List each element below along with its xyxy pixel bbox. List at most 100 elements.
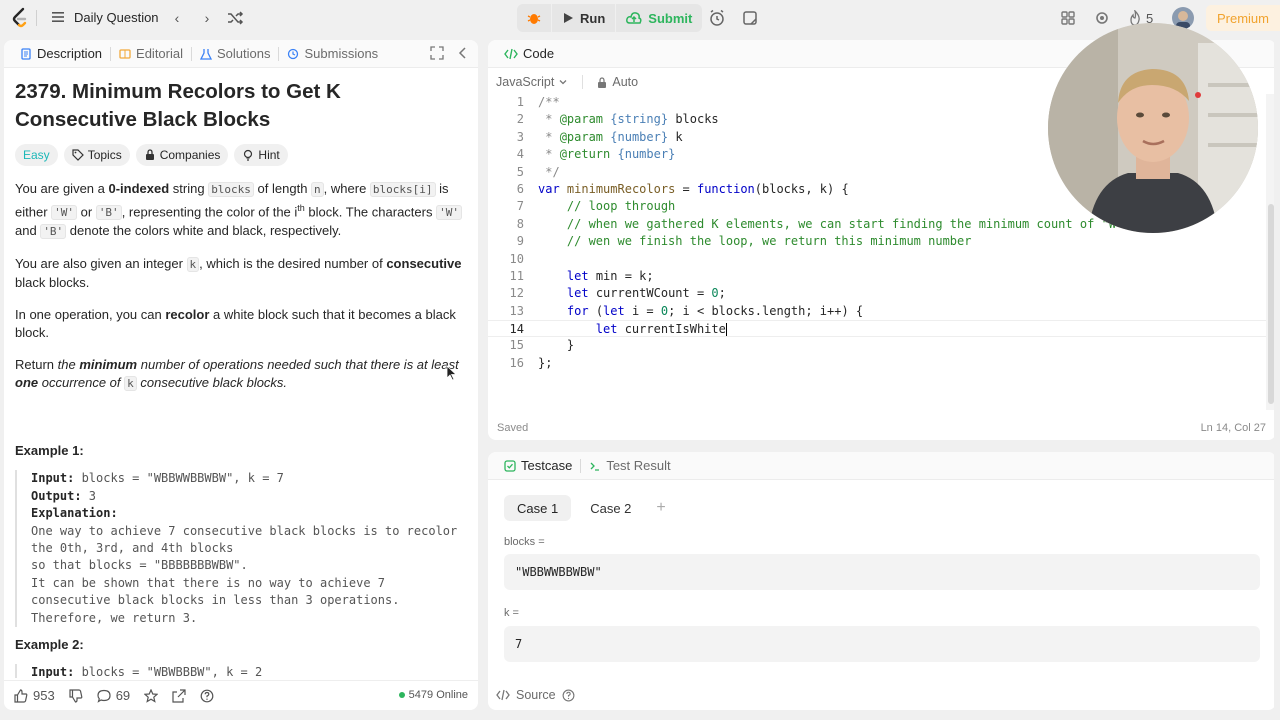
auto-label: Auto <box>612 75 639 89</box>
problem-tags: Easy Topics Companies Hint <box>15 144 467 166</box>
comment-count: 69 <box>115 688 131 703</box>
tab-solutions[interactable]: Solutions <box>192 40 278 68</box>
favorite-button[interactable] <box>144 688 159 703</box>
inline-code: 'W' <box>436 205 462 221</box>
tab-testcase-label: Testcase <box>521 458 573 473</box>
tab-submissions[interactable]: Submissions <box>279 40 386 68</box>
example-1-block: Input: blocks = "WBBWWBBWBW", k = 7 Outpu… <box>15 470 467 627</box>
text-caret <box>725 323 727 337</box>
tab-code-label: Code <box>523 46 555 61</box>
example-1-heading: Example 1: <box>15 443 84 459</box>
submit-button[interactable]: Submit <box>616 4 702 32</box>
explanation-line: One way to achieve 7 consecutive black b… <box>31 523 458 538</box>
testcase-tabs: Testcase Test Result <box>488 452 1276 480</box>
code-line: 11 let min = k; <box>488 268 1268 285</box>
value: blocks = "WBBWWBBWBW", k = 7 <box>74 471 284 486</box>
settings-gear-icon[interactable] <box>1093 9 1111 27</box>
add-case-button[interactable]: + <box>650 495 671 521</box>
premium-button[interactable]: Premium <box>1206 5 1280 31</box>
problem-title[interactable]: 2379. Minimum Recolors to Get K Consecut… <box>15 78 467 134</box>
lock-icon <box>145 149 154 160</box>
hint-tag[interactable]: Hint <box>234 144 288 166</box>
source-toggle[interactable]: Source <box>496 688 575 702</box>
line-number: 9 <box>516 234 524 249</box>
value: 3 <box>81 488 97 503</box>
description-panel: Description Editorial Solutions Submissi… <box>4 40 478 710</box>
page-scrollbar[interactable] <box>1274 40 1280 710</box>
text-bold: recolor <box>165 307 210 323</box>
language-select[interactable]: JavaScript <box>496 75 568 89</box>
nav-divider <box>36 10 37 26</box>
text-bold: consecutive <box>386 256 462 272</box>
line-number: 6 <box>516 181 524 196</box>
share-button[interactable] <box>172 688 186 703</box>
next-problem-icon[interactable]: › <box>197 8 217 28</box>
param-k-input[interactable]: 7 <box>504 626 1260 662</box>
testcase-panel: Testcase Test Result Case 1 Case 2 + blo… <box>488 452 1276 710</box>
like-button[interactable]: 953 <box>14 688 55 703</box>
line-number: 3 <box>516 129 524 144</box>
text: occurrence of <box>38 375 125 391</box>
dislike-button[interactable] <box>69 688 83 703</box>
question-circle-icon[interactable] <box>562 689 575 702</box>
debug-button[interactable] <box>517 4 551 32</box>
text: , representing the color of the <box>121 204 295 220</box>
comment-icon <box>97 689 111 703</box>
cloud-upload-icon <box>626 12 642 24</box>
line-number: 10 <box>509 251 524 266</box>
text: or <box>77 204 96 220</box>
leetcode-logo-icon[interactable] <box>10 7 30 29</box>
notes-icon[interactable] <box>741 9 759 27</box>
text-bold: minimum <box>79 357 138 373</box>
play-icon <box>564 13 573 23</box>
text: black blocks. <box>15 275 90 291</box>
auto-mode-toggle[interactable]: Auto <box>597 75 638 89</box>
hint-label: Hint <box>258 148 280 162</box>
label: Explanation: <box>31 506 118 521</box>
help-button[interactable] <box>200 689 214 703</box>
submit-label: Submit <box>648 10 693 26</box>
inline-code: k <box>124 376 137 392</box>
alarm-clock-icon[interactable] <box>708 9 726 27</box>
daily-question-title[interactable]: Daily Question <box>74 10 159 25</box>
tab-editorial[interactable]: Editorial <box>111 40 191 68</box>
tab-description[interactable]: Description <box>12 40 110 68</box>
text: Return <box>15 357 58 373</box>
param-blocks-label: blocks = <box>504 536 545 548</box>
code-line: 13 for (let i = 0; i < blocks.length; i+… <box>488 303 1268 320</box>
problem-list-icon[interactable] <box>50 9 66 25</box>
explanation-line: It can be shown that there is no way to … <box>31 575 386 590</box>
run-button[interactable]: Run <box>552 4 615 32</box>
tab-code[interactable]: Code <box>496 40 562 68</box>
param-blocks-input[interactable]: "WBBWWBBWBW" <box>504 554 1260 590</box>
mouse-cursor-icon <box>446 365 458 381</box>
code-line: 15 } <box>488 337 1268 354</box>
maximize-icon[interactable] <box>430 46 444 60</box>
shuffle-icon[interactable] <box>226 9 244 27</box>
topics-tag[interactable]: Topics <box>63 144 130 166</box>
tab-test-result[interactable]: Test Result <box>581 452 678 480</box>
line-number: 15 <box>509 338 524 353</box>
case-2-tab[interactable]: Case 2 <box>577 495 644 521</box>
history-icon <box>288 48 299 59</box>
example-2-block: Input: blocks = "WBWBBBW", k = 2 <box>15 663 467 678</box>
description-paragraph-3: In one operation, you can recolor a whit… <box>15 306 467 342</box>
case-1-tab[interactable]: Case 1 <box>504 495 572 521</box>
tab-editorial-label: Editorial <box>136 46 183 61</box>
like-count: 953 <box>33 688 55 703</box>
layout-grid-icon[interactable] <box>1059 9 1077 27</box>
companies-tag[interactable]: Companies <box>135 144 229 166</box>
description-paragraph-4: Return the minimum number of operations … <box>15 356 467 393</box>
prev-problem-icon[interactable]: ‹ <box>167 8 187 28</box>
online-count: 5479 Online <box>408 689 468 701</box>
collapse-chevron-icon[interactable] <box>456 46 470 60</box>
code-line: 16}; <box>488 355 1268 372</box>
tab-testcase[interactable]: Testcase <box>496 452 580 480</box>
comments-button[interactable]: 69 <box>97 688 130 703</box>
tab-submissions-label: Submissions <box>304 46 379 61</box>
line-number: 5 <box>516 164 524 179</box>
topics-label: Topics <box>87 148 122 162</box>
code-brackets-icon <box>504 48 518 59</box>
line-number: 14 <box>509 322 524 337</box>
inline-code: 'B' <box>95 205 122 221</box>
